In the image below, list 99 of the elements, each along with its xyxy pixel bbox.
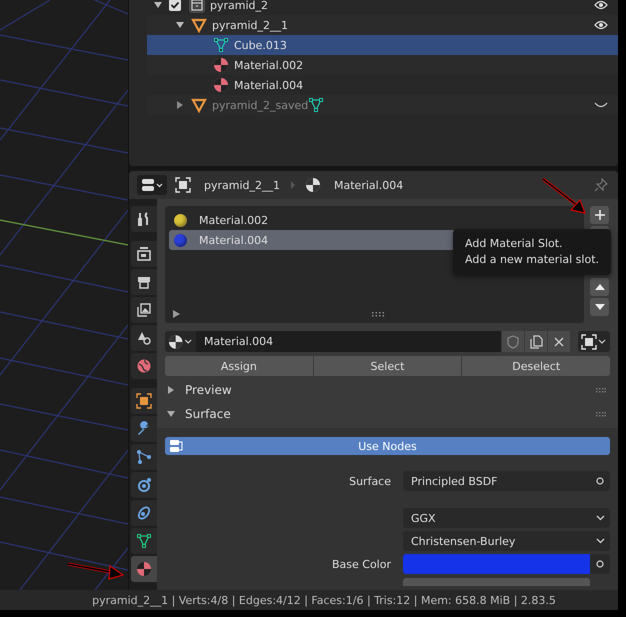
slot-label: Material.002	[199, 214, 268, 226]
shader-field[interactable]: Principled BSDF	[403, 471, 610, 491]
square-frame-icon	[581, 334, 607, 350]
material-name-field[interactable]: Material.004	[196, 331, 501, 352]
drag-grip-icon	[596, 388, 606, 392]
outliner-row[interactable]: Material.004	[147, 75, 618, 95]
orbit-icon	[136, 477, 152, 493]
action-button[interactable]: Assign	[165, 356, 313, 376]
slot-label: Material.004	[199, 234, 268, 246]
expand-arrow-icon	[167, 410, 175, 418]
item-label: pyramid_2__1	[212, 18, 288, 32]
unlink-button[interactable]	[547, 331, 570, 352]
physics-tab[interactable]	[131, 472, 157, 498]
outliner-row[interactable]: Cube.013	[147, 35, 618, 55]
material-sphere-icon	[213, 77, 229, 93]
material-slot[interactable]: Material.002	[169, 210, 580, 230]
material-sphere-icon	[213, 57, 229, 73]
panel-title: Surface	[185, 407, 231, 421]
copy-icon	[529, 334, 543, 348]
tooltip-description: Add a new material slot.	[465, 252, 599, 268]
world-tab[interactable]	[131, 353, 157, 379]
panel-header[interactable]: Surface	[165, 404, 610, 424]
eye-icon[interactable]	[594, 20, 608, 30]
move-down-button[interactable]	[590, 298, 609, 316]
browse-material-button[interactable]	[165, 331, 196, 352]
output-tab[interactable]	[131, 269, 157, 295]
item-label: pyramid_2_saved	[212, 98, 308, 112]
camera-back-icon	[136, 246, 152, 262]
chevron-down-icon	[596, 515, 604, 521]
duplicate-button[interactable]	[524, 331, 547, 352]
particles-tab[interactable]	[131, 444, 157, 470]
breadcrumb-link[interactable]: Material.004	[334, 178, 404, 192]
close-icon	[552, 334, 566, 348]
view-layer-tab[interactable]	[131, 297, 157, 323]
eye-icon[interactable]	[594, 0, 608, 10]
globe-icon	[136, 358, 152, 374]
material-tab[interactable]	[131, 556, 157, 582]
triangle-icon	[191, 17, 207, 33]
object-tab[interactable]	[131, 388, 157, 414]
modifier-tab[interactable]	[131, 416, 157, 442]
item-label: Material.002	[234, 58, 304, 72]
annotation-arrow	[542, 178, 586, 214]
mesh-data-tab[interactable]	[131, 528, 157, 554]
tooltip-title: Add Material Slot.	[465, 236, 564, 252]
move-up-button[interactable]	[590, 278, 609, 296]
panel-header[interactable]: Preview	[165, 380, 610, 400]
action-button[interactable]: Select	[314, 356, 462, 376]
triangle-icon	[191, 97, 207, 113]
printer-icon	[136, 274, 152, 290]
collapse-arrow-icon	[167, 386, 175, 394]
annotation-arrow	[68, 562, 124, 580]
material-sphere-icon	[168, 334, 193, 350]
shield-icon	[506, 334, 520, 348]
link-ring-icon	[136, 505, 152, 521]
render-tab[interactable]	[131, 241, 157, 267]
item-label: pyramid_2	[210, 0, 268, 12]
drag-grip-icon	[596, 412, 606, 416]
field-label: Base Color	[330, 558, 392, 570]
dropdown-field[interactable]: Christensen-Burley	[403, 531, 610, 551]
resize-grip-icon[interactable]	[372, 312, 384, 316]
add-slot-button[interactable]	[590, 206, 609, 224]
editor-type-icon	[141, 178, 163, 192]
outliner-row[interactable]: pyramid_2	[147, 0, 618, 15]
plus-icon	[592, 208, 606, 222]
link-dropdown-button[interactable]	[578, 331, 610, 352]
pin-icon[interactable]	[594, 178, 608, 192]
square-frame-icon	[136, 393, 152, 409]
item-label: Cube.013	[234, 38, 287, 52]
image-stack-icon	[136, 302, 152, 318]
chevron-icon	[290, 181, 296, 189]
socket-icon	[596, 560, 604, 568]
scene-tab[interactable]	[131, 325, 157, 351]
material-sphere-icon	[305, 177, 322, 193]
dropdown-field[interactable]: GGX	[403, 508, 610, 528]
panel-title: Preview	[185, 383, 232, 397]
closed-eye-icon[interactable]	[594, 101, 608, 109]
particles-icon	[136, 449, 152, 465]
constraints-tab[interactable]	[131, 500, 157, 526]
material-sphere-icon	[136, 561, 152, 577]
cone-sphere-icon	[136, 330, 152, 346]
tool-tab[interactable]	[131, 206, 157, 232]
item-label: Material.004	[234, 78, 304, 92]
mesh-icon	[136, 533, 152, 549]
chevron-down-icon	[596, 538, 604, 544]
breadcrumb-link[interactable]: pyramid_2__1	[204, 178, 280, 192]
collection-icon	[189, 0, 205, 13]
fake-user-button[interactable]	[501, 331, 524, 352]
action-button[interactable]: Deselect	[462, 356, 610, 376]
checkbox[interactable]	[169, 0, 181, 11]
use-nodes-button[interactable]: Use Nodes	[165, 437, 610, 455]
color-swatch[interactable]	[403, 554, 590, 574]
object-frame-icon	[175, 177, 191, 193]
field-label: Surface	[348, 474, 392, 488]
mesh-icon	[213, 37, 229, 53]
status-text: pyramid_2__1 | Verts:4/8 | Edges:4/12 | Faces:1/6 | Tris:12 | Mem: 658.8 MiB | 2.83.5	[92, 594, 556, 606]
editor-type-button[interactable]	[137, 175, 167, 195]
socket-icon	[596, 477, 604, 485]
expand-arrow-icon[interactable]	[173, 310, 180, 318]
node-icon	[169, 439, 185, 453]
